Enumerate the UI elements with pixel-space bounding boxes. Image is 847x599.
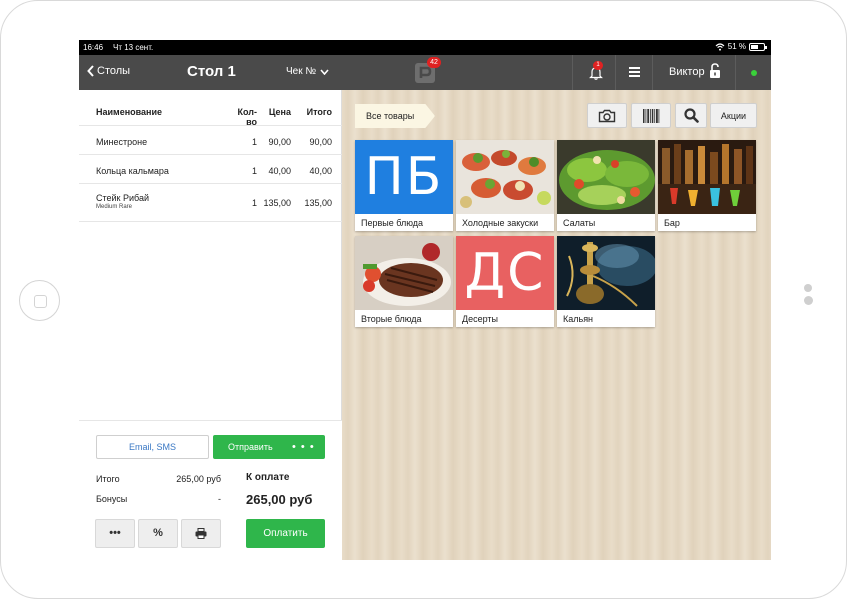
item-price: 135,00 <box>263 198 291 208</box>
battery-percent: 51 % <box>727 42 746 51</box>
category-tile-hookah[interactable]: Кальян <box>557 236 655 327</box>
more-dots-icon[interactable]: • • • <box>292 435 315 459</box>
screen: 16:46 Чт 13 сент. 51 % Столы Стол 1 Чек … <box>79 40 771 560</box>
category-label: Вторые блюда <box>361 314 422 324</box>
item-name: Минестроне <box>96 137 148 147</box>
table-row[interactable]: Кольца кальмара 1 40,00 40,00 <box>79 155 342 184</box>
print-button[interactable] <box>181 519 221 548</box>
hookah-photo <box>557 236 655 310</box>
col-header-qty: Кол-во <box>237 107 257 127</box>
camera-dot <box>804 296 813 305</box>
top-navbar: Столы Стол 1 Чек № 42 1 Виктор <box>79 55 771 90</box>
col-header-name: Наименование <box>96 107 163 117</box>
nav-divider <box>615 55 616 90</box>
back-button[interactable]: Столы <box>87 65 130 77</box>
category-label: Десерты <box>462 314 499 324</box>
nav-divider <box>735 55 736 90</box>
all-goods-breadcrumb[interactable]: Все товары <box>355 104 435 128</box>
barcode-button[interactable] <box>631 103 671 128</box>
sensor-dot <box>804 284 812 292</box>
home-button[interactable] <box>19 280 60 321</box>
to-pay-label: К оплате <box>246 472 290 483</box>
bonus-value: - <box>218 494 221 504</box>
printer-icon <box>195 528 207 539</box>
item-qty: 1 <box>251 198 257 208</box>
item-qty: 1 <box>251 166 257 176</box>
category-tile-desserts[interactable]: ДС Десерты <box>456 236 554 327</box>
order-panel: Наименование Кол-во Цена Итого Минестрон… <box>79 90 342 560</box>
item-total: 90,00 <box>309 137 332 147</box>
item-name: Кольца кальмара <box>96 166 169 176</box>
item-total: 40,00 <box>309 166 332 176</box>
total-value: 265,00 руб <box>176 474 221 484</box>
camera-button[interactable] <box>587 103 627 128</box>
user-name[interactable]: Виктор <box>669 66 705 78</box>
category-tile-bar[interactable]: Бар <box>658 140 756 231</box>
col-header-price: Цена <box>268 107 291 117</box>
send-label: Отправить <box>228 442 273 452</box>
category-tile-cold-snacks[interactable]: Холодные закуски <box>456 140 554 231</box>
pay-button[interactable]: Оплатить <box>246 519 325 548</box>
category-tile-salads[interactable]: Салаты <box>557 140 655 231</box>
barcode-icon <box>643 108 660 123</box>
battery-icon <box>749 42 767 51</box>
order-footer: Email, SMS Отправить • • • Итого 265,00 … <box>79 420 342 560</box>
menu-icon[interactable] <box>629 67 640 77</box>
category-label: Салаты <box>563 218 596 228</box>
category-tile-main-courses[interactable]: Вторые блюда <box>355 236 453 327</box>
chevron-left-icon <box>87 65 94 77</box>
item-modifier: Medium Rare <box>96 204 133 210</box>
check-label: Чек № <box>286 66 317 77</box>
email-sms-button[interactable]: Email, SMS <box>96 435 209 459</box>
item-name: Стейк Рибай <box>96 193 150 203</box>
to-pay-value: 265,00 руб <box>246 492 313 507</box>
logo-badge: 42 <box>427 57 441 68</box>
status-bar: 16:46 Чт 13 сент. 51 % <box>79 40 771 55</box>
item-total: 135,00 <box>304 198 332 208</box>
online-status-dot <box>751 70 757 76</box>
bar-photo <box>658 140 756 214</box>
category-label: Холодные закуски <box>462 218 539 228</box>
status-time: 16:46 <box>83 43 104 52</box>
steak-photo <box>355 236 453 310</box>
chevron-down-icon <box>320 68 329 75</box>
send-button[interactable]: Отправить • • • <box>213 435 325 459</box>
bonus-label: Бонусы <box>96 494 128 504</box>
category-label: Бар <box>664 218 680 228</box>
tablet-frame: 16:46 Чт 13 сент. 51 % Столы Стол 1 Чек … <box>0 0 847 599</box>
nav-divider <box>572 55 573 90</box>
item-price: 90,00 <box>268 137 291 147</box>
camera-icon <box>598 109 616 122</box>
search-icon <box>683 108 699 123</box>
check-selector[interactable]: Чек № <box>286 66 329 77</box>
item-price: 40,00 <box>268 166 291 176</box>
salad-photo <box>557 140 655 214</box>
search-button[interactable] <box>675 103 707 128</box>
category-label: Кальян <box>563 314 594 324</box>
more-button[interactable]: ••• <box>95 519 135 548</box>
promo-button[interactable]: Акции <box>710 103 757 128</box>
unlock-icon[interactable] <box>709 63 721 78</box>
category-label: Первые блюда <box>361 218 424 228</box>
discount-button[interactable]: % <box>138 519 178 548</box>
nav-divider <box>652 55 653 90</box>
table-row[interactable]: Стейк Рибай Medium Rare 1 135,00 135,00 <box>79 184 342 222</box>
order-table-header: Наименование Кол-во Цена Итого <box>79 90 342 127</box>
page-title: Стол 1 <box>187 63 236 80</box>
notification-badge: 1 <box>593 61 603 70</box>
product-catalog: Все товары Акции ПБ Первые блюда Холодны… <box>342 90 771 560</box>
category-monogram: ДС <box>456 236 554 310</box>
status-date: Чт 13 сент. <box>113 43 154 52</box>
category-tile-first-courses[interactable]: ПБ Первые блюда <box>355 140 453 231</box>
back-label: Столы <box>97 65 131 77</box>
item-qty: 1 <box>251 137 257 147</box>
canapes-photo <box>456 140 554 214</box>
col-header-total: Итого <box>306 107 332 117</box>
category-monogram: ПБ <box>355 140 453 214</box>
total-label: Итого <box>96 474 120 484</box>
wifi-icon <box>715 42 725 51</box>
table-row[interactable]: Минестроне 1 90,00 90,00 <box>79 126 342 155</box>
